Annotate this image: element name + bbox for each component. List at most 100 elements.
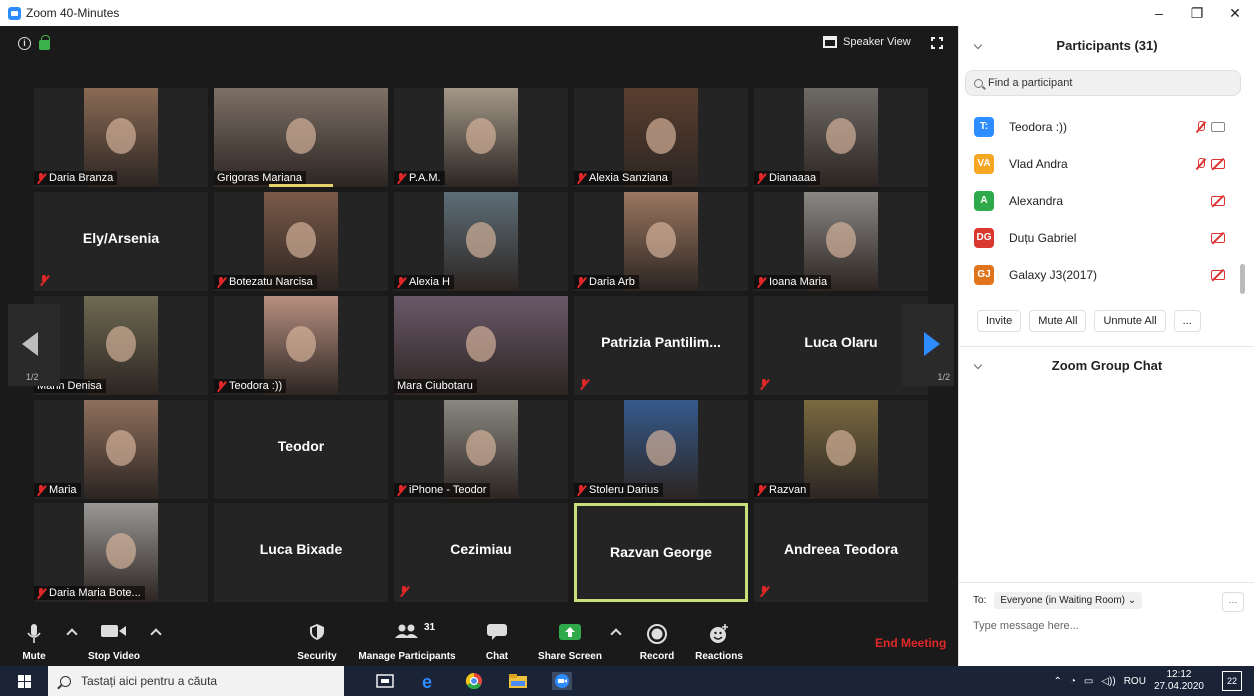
notifications-button[interactable]: 22 — [1222, 671, 1242, 691]
share-screen-icon — [559, 624, 581, 640]
zoom-taskbar-icon[interactable] — [552, 672, 572, 690]
chrome-browser-icon[interactable] — [464, 672, 484, 690]
video-tile[interactable]: Stoleru Darius — [574, 400, 748, 499]
chat-button[interactable]: Chat — [480, 618, 514, 666]
participant-row-name: Teodora :)) — [1009, 119, 1068, 134]
collapse-chevron-icon[interactable] — [973, 40, 983, 50]
edge-browser-icon[interactable]: e — [420, 672, 440, 690]
participant-face — [466, 221, 496, 258]
video-tile[interactable]: Alexia Sanziana — [574, 88, 748, 187]
mic-muted-icon — [217, 276, 226, 288]
invite-button[interactable]: Invite — [977, 310, 1022, 332]
participant-row[interactable]: T: Teodora :)) — [959, 108, 1239, 145]
video-tile[interactable]: Luca Bixade — [214, 503, 388, 602]
manage-participants-label: Manage Participants — [358, 651, 456, 662]
chat-recipient-select[interactable]: Everyone (in Waiting Room) ⌄ — [994, 592, 1143, 609]
participant-list-scrollbar[interactable] — [1240, 264, 1245, 294]
share-screen-button[interactable]: Share Screen — [536, 618, 604, 666]
video-tile[interactable]: Teodor — [214, 400, 388, 499]
close-button[interactable]: ✕ — [1216, 0, 1254, 26]
participant-name-label: Daria Maria Bote... — [34, 586, 145, 600]
clock-time: 12:12 — [1166, 669, 1192, 680]
battery-icon[interactable]: ▭ — [1084, 676, 1093, 687]
info-icon[interactable]: i — [18, 36, 31, 50]
next-page-button[interactable]: 1/2 — [902, 304, 954, 386]
taskbar-clock[interactable]: 12:12 27.04.2020 — [1154, 669, 1204, 693]
participant-face — [646, 429, 676, 466]
share-options-chevron-icon[interactable] — [610, 628, 622, 640]
video-tile[interactable]: Patrizia Pantilim... — [574, 296, 748, 395]
chat-title: Zoom Group Chat — [1051, 357, 1163, 373]
participant-name: P.A.M. — [409, 172, 441, 184]
participant-row[interactable]: VA Vlad Andra — [959, 145, 1239, 182]
video-tile[interactable]: P.A.M. — [394, 88, 568, 187]
video-tile[interactable]: Ely/Arsenia — [34, 192, 208, 291]
volume-icon[interactable]: ◁)) — [1101, 676, 1115, 687]
security-button[interactable]: Security — [294, 618, 340, 666]
video-tile[interactable]: Marin Denisa — [34, 296, 208, 395]
task-view-icon[interactable] — [375, 672, 395, 690]
participant-face — [466, 325, 496, 362]
participant-status-icons — [1211, 195, 1225, 206]
fullscreen-icon[interactable] — [931, 37, 943, 49]
end-meeting-button[interactable]: End Meeting — [875, 636, 946, 650]
tray-chevron-icon[interactable]: ⌃ — [1053, 676, 1061, 687]
video-tile[interactable]: Cezimiau — [394, 503, 568, 602]
start-button[interactable] — [0, 666, 48, 696]
video-tile[interactable]: Ioana Maria — [754, 192, 928, 291]
video-tile[interactable]: Alexia H — [394, 192, 568, 291]
reactions-button[interactable]: Reactions — [692, 618, 746, 666]
share-screen-label: Share Screen — [538, 651, 602, 662]
participant-name-label: Stoleru Darius — [574, 483, 663, 497]
participant-name: Daria Branza — [49, 172, 114, 184]
video-tile[interactable]: Mara Ciubotaru — [394, 296, 568, 395]
taskbar-search-icon — [60, 675, 71, 687]
participant-row[interactable]: GJ Galaxy J3(2017) — [959, 256, 1239, 293]
network-icon[interactable]: ◔ — [1070, 676, 1076, 687]
mic-muted-icon — [37, 484, 46, 496]
camera-off-icon — [1211, 269, 1225, 280]
participant-row[interactable]: A Alexandra — [959, 182, 1239, 219]
video-tile[interactable]: Razvan — [754, 400, 928, 499]
chat-message-input[interactable]: Type message here... — [973, 620, 1079, 632]
video-tile[interactable]: Maria — [34, 400, 208, 499]
video-tile[interactable]: Dianaaaa — [754, 88, 928, 187]
participant-row[interactable]: DG Duțu Gabriel — [959, 219, 1239, 256]
record-button[interactable]: Record — [636, 618, 678, 666]
video-tile[interactable]: Grigoras Mariana — [214, 88, 388, 187]
participant-search-input[interactable]: Find a participant — [965, 70, 1241, 96]
file-explorer-icon[interactable] — [508, 672, 528, 690]
video-tile[interactable]: Daria Arb — [574, 192, 748, 291]
video-tile[interactable]: Daria Maria Bote... — [34, 503, 208, 602]
unmute-all-button[interactable]: Unmute All — [1094, 310, 1166, 332]
participant-name: Cezimiau — [450, 541, 512, 557]
language-indicator[interactable]: ROU — [1124, 676, 1146, 687]
chat-more-button[interactable]: ··· — [1222, 592, 1244, 612]
participant-name-label: P.A.M. — [394, 171, 445, 185]
chat-collapse-chevron-icon[interactable] — [973, 360, 983, 370]
mute-all-button[interactable]: Mute All — [1029, 310, 1087, 332]
previous-page-button[interactable]: 1/2 — [8, 304, 60, 386]
taskbar-search-input[interactable]: Tastați aici pentru a căuta — [48, 666, 344, 696]
participant-status-icons — [1211, 269, 1225, 280]
manage-participants-button[interactable]: 31 Manage Participants — [356, 618, 458, 666]
lock-icon[interactable] — [39, 35, 50, 50]
chat-bubble-icon — [487, 624, 507, 640]
video-tile[interactable]: Daria Branza — [34, 88, 208, 187]
minimize-button[interactable]: – — [1140, 0, 1178, 26]
mute-label: Mute — [22, 651, 46, 662]
video-options-chevron-icon[interactable] — [150, 628, 162, 640]
window-controls: – ❐ ✕ — [1140, 0, 1254, 26]
video-tile[interactable]: Teodora :)) — [214, 296, 388, 395]
stop-video-button[interactable]: Stop Video — [82, 618, 146, 666]
more-options-button[interactable]: ... — [1173, 310, 1201, 332]
audio-options-chevron-icon[interactable] — [66, 628, 78, 640]
video-tile[interactable]: Botezatu Narcisa — [214, 192, 388, 291]
video-tile[interactable]: Razvan George — [574, 503, 748, 602]
restore-button[interactable]: ❐ — [1178, 0, 1216, 26]
mic-muted-icon — [580, 379, 589, 390]
mute-button[interactable]: Mute — [14, 618, 54, 666]
video-tile[interactable]: iPhone - Teodor — [394, 400, 568, 499]
video-tile[interactable]: Andreea Teodora — [754, 503, 928, 602]
speaker-view-button[interactable]: Speaker View — [823, 32, 911, 52]
